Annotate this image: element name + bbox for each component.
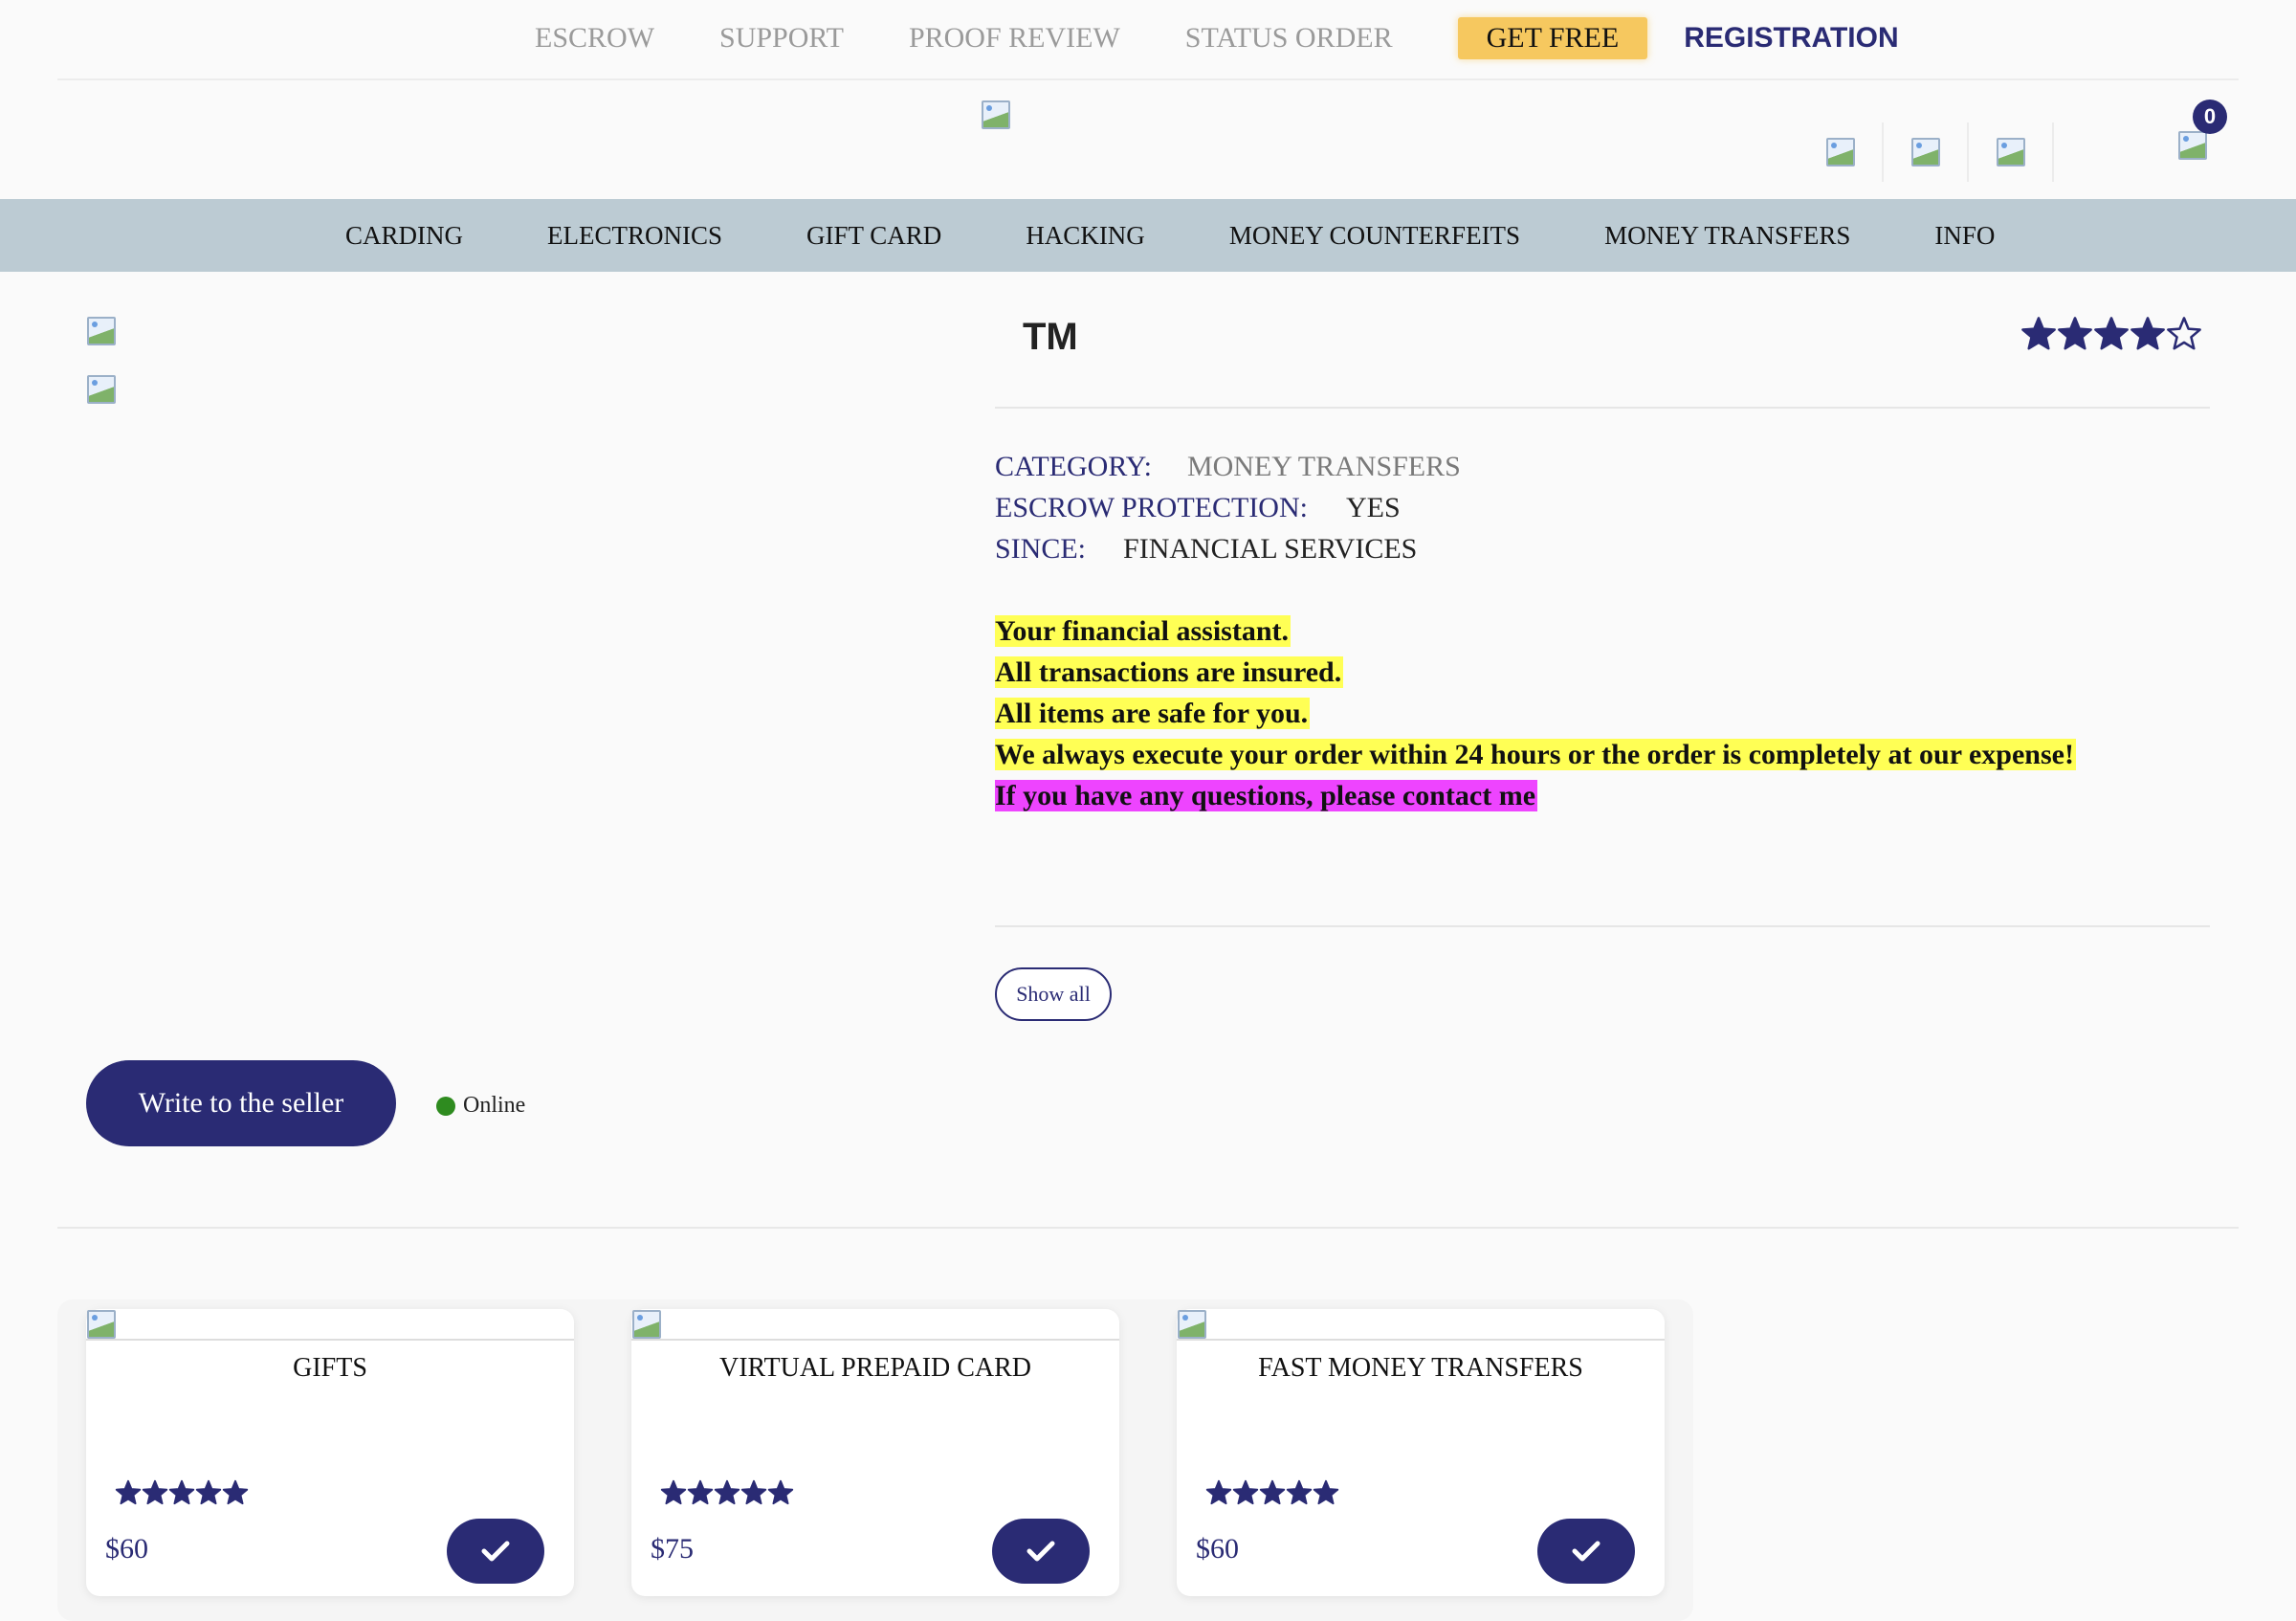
cart-icon[interactable]: [2177, 130, 2208, 161]
escrow-label: ESCROW PROTECTION:: [995, 492, 1308, 523]
divider: [57, 1227, 2239, 1229]
topnav-status-order-link[interactable]: STATUS ORDER: [1185, 17, 1393, 59]
category-nav: CARDING ELECTRONICS GIFT CARD HACKING MO…: [0, 199, 2296, 272]
description-line: We always execute your order within 24 h…: [995, 739, 2076, 770]
card-title[interactable]: VIRTUAL PREPAID CARD: [631, 1353, 1119, 1384]
header-icon-2[interactable]: [1884, 122, 1969, 182]
category-gift-card[interactable]: GIFT CARD: [806, 221, 941, 251]
header-icons: [1799, 122, 2054, 182]
card-price: $60: [105, 1533, 148, 1565]
header-icon-3[interactable]: [1969, 122, 2054, 182]
product-card[interactable]: VIRTUAL PREPAID CARD $75: [631, 1309, 1119, 1596]
product-description: Your financial assistant. All transactio…: [995, 611, 2076, 816]
star-filled-icon: [1232, 1479, 1259, 1505]
broken-image-icon: [1910, 137, 1941, 167]
card-price: $75: [651, 1533, 694, 1565]
star-filled-icon: [740, 1479, 767, 1505]
write-to-seller-button[interactable]: Write to the seller: [86, 1060, 396, 1146]
since-label: SINCE:: [995, 533, 1087, 565]
topnav-proof-review-link[interactable]: PROOF REVIEW: [909, 17, 1120, 59]
broken-image-icon: [1996, 137, 2026, 167]
card-image[interactable]: [86, 1309, 117, 1340]
product-card[interactable]: GIFTS $60: [86, 1309, 574, 1596]
meta-escrow-row: ESCROW PROTECTION: YES: [995, 487, 1461, 528]
checkmark-icon: [1027, 1541, 1055, 1562]
star-filled-icon: [2021, 317, 2056, 350]
star-filled-icon: [1259, 1479, 1286, 1505]
category-hacking[interactable]: HACKING: [1026, 221, 1145, 251]
star-filled-icon: [168, 1479, 195, 1505]
star-filled-icon: [1313, 1479, 1339, 1505]
category-electronics[interactable]: ELECTRONICS: [547, 221, 722, 251]
star-filled-icon: [2094, 317, 2129, 350]
star-filled-icon: [2130, 317, 2165, 350]
category-money-counterfeits[interactable]: MONEY COUNTERFEITS: [1229, 221, 1520, 251]
star-filled-icon: [1205, 1479, 1232, 1505]
cart-count-badge: 0: [2193, 100, 2227, 134]
description-line: All transactions are insured.: [995, 656, 1344, 688]
checkmark-icon: [1572, 1541, 1601, 1562]
show-all-button[interactable]: Show all: [995, 967, 1112, 1021]
star-filled-icon: [767, 1479, 794, 1505]
card-image[interactable]: [631, 1309, 662, 1340]
card-title[interactable]: FAST MONEY TRANSFERS: [1177, 1353, 1665, 1384]
top-bar: ESCROW SUPPORT PROOF REVIEW STATUS ORDER…: [57, 0, 2239, 80]
card-rating: [1205, 1479, 1339, 1506]
star-filled-icon: [142, 1479, 168, 1505]
since-value: FINANCIAL SERVICES: [1123, 533, 1418, 565]
product-meta: CATEGORY: MONEY TRANSFERS ESCROW PROTECTI…: [995, 446, 1461, 569]
category-carding[interactable]: CARDING: [345, 221, 463, 251]
checkmark-icon: [481, 1541, 510, 1562]
star-filled-icon: [115, 1479, 142, 1505]
category-value[interactable]: MONEY TRANSFERS: [1187, 451, 1461, 482]
description-contact-line: If you have any questions, please contac…: [995, 780, 1538, 811]
star-empty-icon: [2167, 317, 2201, 350]
card-image[interactable]: [1177, 1309, 1207, 1340]
card-divider: [631, 1339, 1119, 1341]
broken-image-icon: [1825, 137, 1856, 167]
meta-since-row: SINCE: FINANCIAL SERVICES: [995, 528, 1461, 569]
registration-link[interactable]: REGISTRATION: [1684, 17, 1898, 59]
category-label: CATEGORY:: [995, 451, 1152, 482]
topnav-support-link[interactable]: SUPPORT: [719, 17, 844, 59]
card-rating: [660, 1479, 794, 1506]
card-divider: [1177, 1339, 1665, 1341]
category-info[interactable]: INFO: [1934, 221, 1995, 251]
star-filled-icon: [1286, 1479, 1313, 1505]
product-card[interactable]: FAST MONEY TRANSFERS $60: [1177, 1309, 1665, 1596]
star-filled-icon: [2058, 317, 2092, 350]
star-filled-icon: [195, 1479, 222, 1505]
meta-category-row: CATEGORY: MONEY TRANSFERS: [995, 446, 1461, 487]
card-select-button[interactable]: [1537, 1519, 1635, 1584]
card-select-button[interactable]: [992, 1519, 1090, 1584]
star-filled-icon: [222, 1479, 249, 1505]
product-rating: [2020, 316, 2202, 352]
header-icon-1[interactable]: [1799, 122, 1884, 182]
top-nav: ESCROW SUPPORT PROOF REVIEW STATUS ORDER…: [535, 17, 1899, 59]
card-price: $60: [1196, 1533, 1239, 1565]
description-line: All items are safe for you.: [995, 698, 1311, 729]
topnav-escrow-link[interactable]: ESCROW: [535, 17, 654, 59]
online-status-dot: [436, 1096, 455, 1116]
product-title: TM: [1023, 316, 1078, 358]
divider: [995, 407, 2210, 409]
card-rating: [115, 1479, 249, 1506]
escrow-value: YES: [1345, 492, 1401, 523]
card-title[interactable]: GIFTS: [86, 1353, 574, 1384]
online-status-label: Online: [463, 1093, 526, 1118]
site-logo[interactable]: [981, 100, 1011, 130]
star-filled-icon: [714, 1479, 740, 1505]
card-divider: [86, 1339, 574, 1341]
star-filled-icon: [660, 1479, 687, 1505]
product-image-main[interactable]: [86, 316, 117, 346]
divider: [995, 925, 2210, 927]
get-free-button[interactable]: GET FREE: [1457, 17, 1648, 59]
description-line: Your financial assistant.: [995, 615, 1292, 647]
star-filled-icon: [687, 1479, 714, 1505]
product-image-thumb[interactable]: [86, 374, 117, 405]
seller-status: Online: [436, 1093, 525, 1119]
card-select-button[interactable]: [447, 1519, 544, 1584]
category-money-transfers[interactable]: MONEY TRANSFERS: [1604, 221, 1850, 251]
